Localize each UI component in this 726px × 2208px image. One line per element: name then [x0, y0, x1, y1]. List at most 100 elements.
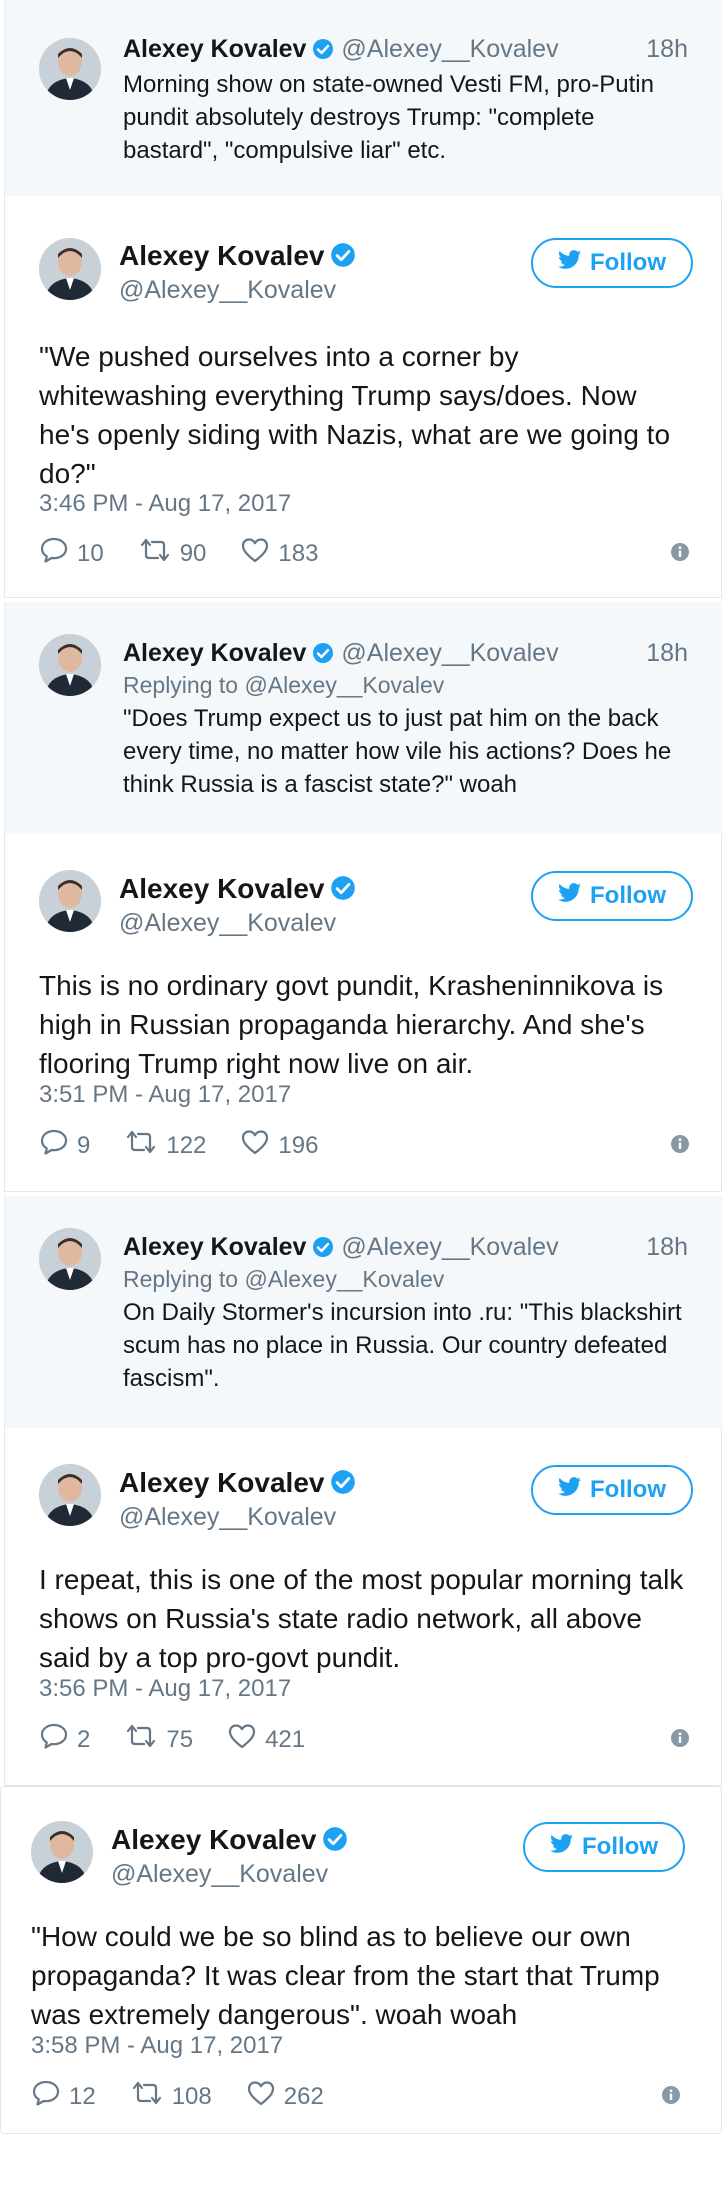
retweet-count: 122 [166, 1131, 207, 1159]
reply-icon [31, 2079, 61, 2114]
author-name[interactable]: Alexey Kovalev [119, 240, 324, 271]
verified-badge-icon [312, 640, 334, 672]
tweet-text: "Does Trump expect us to just pat him on… [123, 705, 672, 798]
follow-label: Follow [590, 1476, 666, 1503]
embedded-tweet[interactable]: Alexey Kovalev @Alexey__Kovalev Follow I… [4, 1428, 722, 1786]
reply-icon [39, 536, 69, 571]
tweet-timestamp[interactable]: 3:51 PM - Aug 17, 2017 [39, 1080, 291, 1110]
heart-icon [227, 1722, 257, 1757]
retweet-count: 75 [166, 1725, 194, 1753]
author-name[interactable]: Alexey Kovalev [119, 1467, 324, 1498]
like-action[interactable]: 421 [227, 1722, 305, 1757]
author-name[interactable]: Alexey Kovalev [111, 1824, 316, 1855]
retweet-icon [124, 1723, 158, 1756]
context-tweet[interactable]: Alexey Kovalev @Alexey__Kovalev 18h Morn… [4, 0, 722, 196]
reply-action[interactable]: 9 [39, 1128, 90, 1163]
twitter-bird-icon [550, 1833, 574, 1861]
reply-count: 2 [77, 1725, 91, 1753]
context-tweet[interactable]: Alexey Kovalev @Alexey__Kovalev 18h Repl… [4, 1196, 722, 1428]
follow-button[interactable]: Follow [531, 871, 693, 921]
avatar[interactable] [39, 870, 101, 932]
reply-to[interactable]: Replying to @Alexey__Kovalev [123, 1264, 444, 1294]
reply-action[interactable]: 2 [39, 1722, 90, 1757]
avatar[interactable] [39, 38, 101, 100]
verified-badge-icon [312, 36, 334, 68]
author-handle[interactable]: @Alexey__Kovalev [341, 35, 558, 63]
verified-badge-icon [330, 875, 356, 909]
reply-to[interactable]: Replying to @Alexey__Kovalev [123, 670, 444, 700]
avatar[interactable] [39, 1228, 101, 1290]
verified-badge-icon [330, 242, 356, 276]
twitter-bird-icon [558, 249, 582, 277]
follow-label: Follow [590, 882, 666, 909]
follow-button[interactable]: Follow [531, 1465, 693, 1515]
author-name[interactable]: Alexey Kovalev [119, 873, 324, 904]
context-tweet[interactable]: Alexey Kovalev @Alexey__Kovalev 18h Repl… [4, 602, 722, 834]
author-name[interactable]: Alexey Kovalev [123, 35, 306, 63]
like-count: 183 [278, 539, 319, 567]
retweet-action[interactable]: 90 [138, 537, 207, 570]
reply-count: 12 [69, 2082, 96, 2110]
heart-icon [240, 536, 270, 571]
tweet-text: I repeat, this is one of the most popula… [39, 1564, 684, 1673]
retweet-action[interactable]: 75 [124, 1723, 193, 1756]
like-count: 421 [265, 1725, 306, 1753]
author-handle[interactable]: @Alexey__Kovalev [111, 1858, 328, 1890]
tweet-timestamp[interactable]: 3:56 PM - Aug 17, 2017 [39, 1674, 291, 1704]
twitter-bird-icon [558, 882, 582, 910]
author-handle[interactable]: @Alexey__Kovalev [119, 907, 336, 939]
author-handle[interactable]: @Alexey__Kovalev [119, 1501, 336, 1533]
tweet-time[interactable]: 18h [646, 1231, 688, 1263]
like-action[interactable]: 183 [240, 536, 318, 571]
retweet-icon [130, 2080, 164, 2113]
avatar[interactable] [31, 1821, 93, 1883]
retweet-count: 108 [171, 2082, 212, 2110]
embedded-tweet[interactable]: Alexey Kovalev @Alexey__Kovalev Follow T… [4, 834, 722, 1192]
reply-action[interactable]: 10 [39, 536, 104, 571]
tweet-time[interactable]: 18h [646, 637, 688, 669]
reply-count: 10 [77, 539, 104, 567]
follow-button[interactable]: Follow [531, 238, 693, 288]
retweet-icon [138, 537, 172, 570]
verified-badge-icon [330, 1469, 356, 1503]
tweet-timestamp[interactable]: 3:46 PM - Aug 17, 2017 [39, 489, 291, 519]
tweet-text: This is no ordinary govt pundit, Krashen… [39, 970, 664, 1079]
like-count: 196 [278, 1131, 319, 1159]
info-icon[interactable] [670, 542, 690, 562]
tweet-text: "We pushed ourselves into a corner by whi… [39, 341, 671, 489]
info-icon[interactable] [670, 1728, 690, 1748]
avatar[interactable] [39, 1464, 101, 1526]
avatar[interactable] [39, 238, 101, 300]
retweet-action[interactable]: 122 [124, 1129, 206, 1162]
twitter-bird-icon [558, 1476, 582, 1504]
follow-button[interactable]: Follow [523, 1822, 685, 1872]
tweet-text: On Daily Stormer's incursion into .ru: "… [123, 1299, 682, 1392]
retweet-action[interactable]: 108 [130, 2080, 212, 2113]
reply-count: 9 [77, 1131, 91, 1159]
tweet-timestamp[interactable]: 3:58 PM - Aug 17, 2017 [31, 2031, 283, 2061]
verified-badge-icon [322, 1826, 348, 1860]
embedded-tweet[interactable]: Alexey Kovalev @Alexey__Kovalev Follow "… [0, 1786, 722, 2134]
like-action[interactable]: 262 [246, 2079, 324, 2114]
follow-label: Follow [590, 249, 666, 276]
info-icon[interactable] [661, 2085, 681, 2105]
like-action[interactable]: 196 [240, 1128, 318, 1163]
heart-icon [240, 1128, 270, 1163]
tweet-time[interactable]: 18h [646, 33, 688, 65]
reply-action[interactable]: 12 [31, 2079, 96, 2114]
verified-badge-icon [312, 1234, 334, 1266]
author-handle[interactable]: @Alexey__Kovalev [119, 274, 336, 306]
info-icon[interactable] [670, 1134, 690, 1154]
author-handle[interactable]: @Alexey__Kovalev [341, 639, 558, 667]
reply-icon [39, 1722, 69, 1757]
author-name[interactable]: Alexey Kovalev [123, 1233, 306, 1261]
reply-icon [39, 1128, 69, 1163]
author-name[interactable]: Alexey Kovalev [123, 639, 306, 667]
retweet-count: 90 [179, 539, 207, 567]
tweet-text: Morning show on state-owned Vesti FM, pr… [123, 71, 654, 164]
avatar[interactable] [39, 634, 101, 696]
like-count: 262 [283, 2082, 324, 2110]
embedded-tweet[interactable]: Alexey Kovalev @Alexey__Kovalev Follow "… [4, 196, 722, 598]
author-handle[interactable]: @Alexey__Kovalev [341, 1233, 558, 1261]
retweet-icon [124, 1129, 158, 1162]
